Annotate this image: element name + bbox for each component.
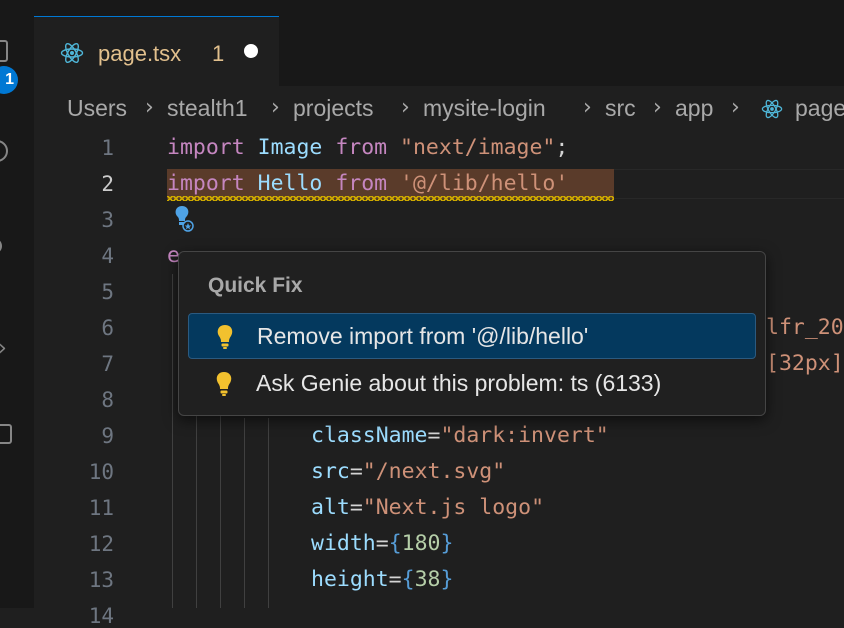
string: [32px] <box>766 351 844 376</box>
chevron-right-icon: › <box>731 95 740 120</box>
chevron-right-icon: › <box>653 95 662 120</box>
attribute: alt <box>311 495 350 520</box>
punctuation: = <box>349 459 363 484</box>
tab-title: page.tsx <box>98 41 182 66</box>
identifier: Hello <box>257 171 323 196</box>
keyword: from <box>335 135 388 160</box>
tab-page-tsx[interactable]: page.tsx 1 <box>34 16 279 86</box>
explorer-icon[interactable] <box>0 40 8 62</box>
chevron-right-icon: › <box>583 95 592 120</box>
code-line-7-fragment[interactable]: [32px] <box>766 351 844 376</box>
breadcrumb-src[interactable]: src <box>605 95 636 122</box>
indent-guide <box>244 418 245 608</box>
line-number: 10 <box>88 460 114 484</box>
quick-fix-menu: Quick Fix Remove import from '@/lib/hell… <box>178 251 766 416</box>
line-number: 12 <box>88 532 114 556</box>
quick-fix-remove-import[interactable]: Remove import from '@/lib/hello' <box>188 313 756 359</box>
run-debug-icon[interactable]: › <box>0 336 7 361</box>
brace: { <box>401 567 415 592</box>
code-line-2[interactable]: import Hello from '@/lib/hello' <box>167 171 568 196</box>
code-line-11[interactable]: alt="Next.js logo" <box>311 495 544 520</box>
line-number: 1 <box>101 136 114 160</box>
breadcrumb-app[interactable]: app <box>675 95 713 122</box>
punctuation: = <box>375 531 389 556</box>
breadcrumb-mysite-login[interactable]: mysite-login <box>423 95 546 122</box>
attribute: height <box>311 567 389 592</box>
code-line-10[interactable]: src="/next.svg" <box>311 459 505 484</box>
search-icon[interactable] <box>0 140 8 162</box>
number: 180 <box>401 531 441 556</box>
current-line-border <box>614 169 844 199</box>
string: "dark:invert" <box>440 423 609 448</box>
lightbulb-icon <box>216 372 232 396</box>
line-number: 13 <box>88 568 114 592</box>
line-number: 8 <box>101 388 114 412</box>
quick-fix-item-label: Remove import from '@/lib/hello' <box>257 323 589 349</box>
tab-bar: page.tsx 1 <box>34 0 844 87</box>
brace: { <box>388 531 402 556</box>
breadcrumb-projects[interactable]: projects <box>293 95 374 122</box>
code-line-9[interactable]: className="dark:invert" <box>311 423 609 448</box>
code-line-13[interactable]: height={38} <box>311 567 453 592</box>
string: "next/image" <box>400 135 556 160</box>
activity-bar: 1 › <box>0 0 34 608</box>
tab-problem-count: 1 <box>212 41 225 66</box>
string: lfr_20 <box>766 315 844 340</box>
chevron-right-icon: › <box>271 95 280 120</box>
attribute: width <box>311 531 376 556</box>
breadcrumb-page[interactable]: page <box>795 95 844 122</box>
identifier: Image <box>257 135 323 160</box>
line-number: 6 <box>101 316 114 340</box>
unsaved-dot-icon[interactable] <box>244 44 258 58</box>
breadcrumb: Users › stealth1 › projects › mysite-log… <box>34 86 844 130</box>
line-number: 11 <box>88 496 114 520</box>
code-line-12[interactable]: width={180} <box>311 531 453 556</box>
chevron-right-icon: › <box>401 95 410 120</box>
punctuation: = <box>388 567 402 592</box>
attribute: src <box>311 459 350 484</box>
string: "/next.svg" <box>362 459 506 484</box>
brace: } <box>440 567 454 592</box>
string: "Next.js logo" <box>362 495 545 520</box>
quick-fix-item-label: Ask Genie about this problem: ts (6133) <box>256 370 662 396</box>
react-icon <box>761 99 783 119</box>
punctuation: = <box>427 423 441 448</box>
lightbulb-icon <box>217 325 233 349</box>
lightbulb-icon[interactable] <box>172 204 202 234</box>
number: 38 <box>414 567 441 592</box>
line-number-active: 2 <box>101 172 114 196</box>
code-line-1[interactable]: import Image from "next/image"; <box>167 135 568 160</box>
code-line-6-fragment[interactable]: lfr_20 <box>766 315 844 340</box>
react-icon <box>60 42 84 64</box>
indent-guide <box>172 274 173 608</box>
warning-squiggle <box>167 196 614 201</box>
breadcrumb-stealth1[interactable]: stealth1 <box>167 95 248 122</box>
source-control-icon[interactable] <box>0 238 2 254</box>
quick-fix-title: Quick Fix <box>208 274 303 297</box>
line-number: 3 <box>101 208 114 232</box>
string: '@/lib/hello' <box>400 171 569 196</box>
keyword: from <box>335 171 388 196</box>
keyword: import <box>167 135 245 160</box>
attribute: className <box>311 423 428 448</box>
indent-guide <box>268 418 269 608</box>
punctuation: ; <box>555 135 569 160</box>
chevron-right-icon: › <box>145 95 154 120</box>
line-number: 5 <box>101 280 114 304</box>
line-number: 7 <box>101 352 114 376</box>
quick-fix-ask-genie[interactable]: Ask Genie about this problem: ts (6133) <box>188 361 756 407</box>
line-number: 9 <box>101 424 114 448</box>
line-number: 4 <box>101 244 114 268</box>
punctuation: = <box>349 495 363 520</box>
notification-badge: 1 <box>0 66 18 94</box>
extensions-icon[interactable] <box>0 424 12 444</box>
brace: } <box>440 531 454 556</box>
breadcrumb-users[interactable]: Users <box>67 95 127 122</box>
keyword: import <box>167 171 245 196</box>
